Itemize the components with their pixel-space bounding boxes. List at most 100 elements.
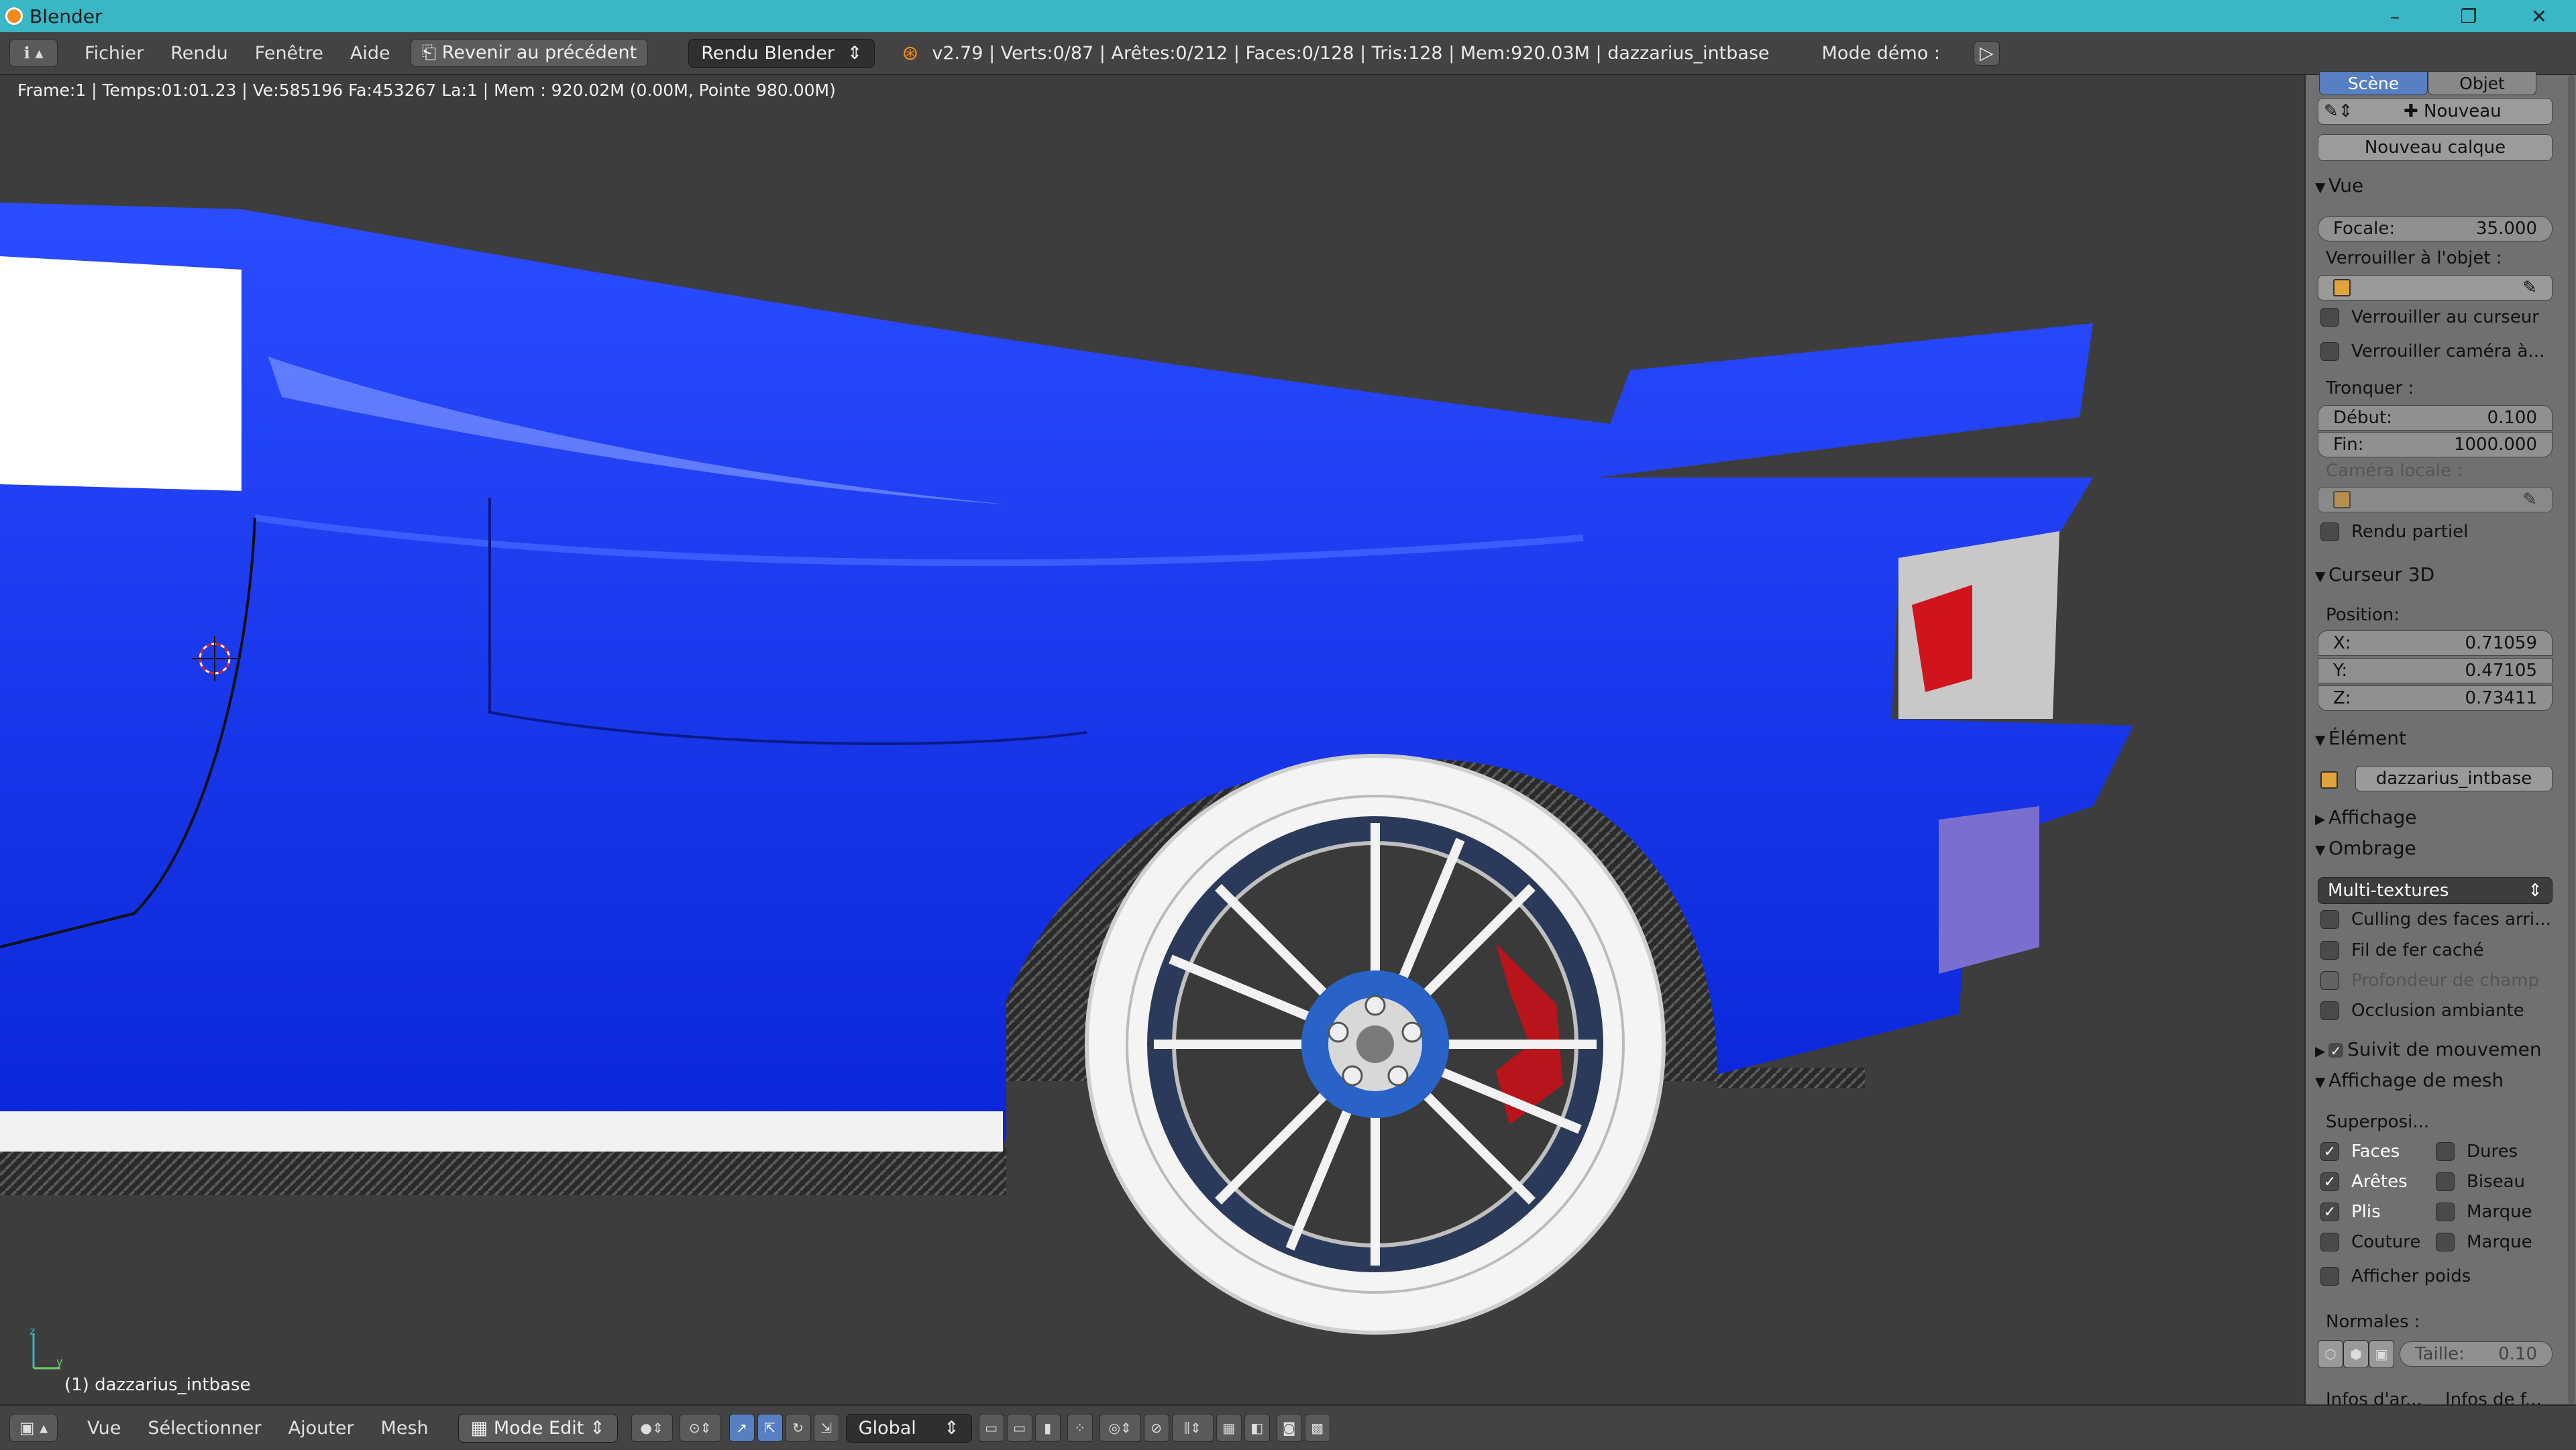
grease-pencil-new-row[interactable]: ✎⇕ ✚ Nouveau xyxy=(2318,98,2553,125)
lock-cursor-checkbox[interactable]: Verrouiller au curseur xyxy=(2320,307,2539,327)
menu-ajouter[interactable]: Ajouter xyxy=(288,1418,354,1439)
render-preview-icon[interactable]: ◧ xyxy=(1244,1414,1270,1442)
manipulator-toggle-icon[interactable]: ↗ xyxy=(729,1414,755,1442)
cursor-y-field[interactable]: Y: 0.47105 xyxy=(2318,658,2553,683)
checkbox-checked-icon: ✓ xyxy=(2320,1203,2339,1221)
item-name-field[interactable]: dazzarius_intbase xyxy=(2355,766,2553,791)
menu-aide[interactable]: Aide xyxy=(350,43,390,64)
3d-viewport[interactable]: Frame:1 | Temps:01:01.23 | Ve:585196 Fa:… xyxy=(0,75,2304,1404)
edit-mode-icon: ▦ xyxy=(470,1417,488,1439)
lock-camera-checkbox[interactable]: Verrouiller caméra à... xyxy=(2320,341,2544,361)
ambient-occlusion-checkbox[interactable]: Occlusion ambiante xyxy=(2320,1001,2524,1021)
creases-checkbox[interactable]: ✓ Plis xyxy=(2320,1202,2381,1222)
cursor-position-label: Position: xyxy=(2326,605,2400,625)
section-item[interactable]: ▼ Élément xyxy=(2315,727,2406,749)
close-button[interactable]: ✕ xyxy=(2506,0,2573,32)
seams-checkbox[interactable]: Couture xyxy=(2320,1232,2420,1252)
shading-mode-dropdown[interactable]: Multi-textures ⇕ xyxy=(2318,877,2553,904)
mark2-checkbox[interactable]: Marque xyxy=(2436,1232,2532,1252)
checkbox-checked-icon[interactable]: ✓ xyxy=(2328,1043,2343,1059)
mark2-label: Marque xyxy=(2467,1232,2532,1252)
orientation-dropdown[interactable]: Global ⇕ xyxy=(845,1413,972,1443)
cursor-x-field[interactable]: X: 0.71059 xyxy=(2318,630,2553,656)
menu-rendu[interactable]: Rendu xyxy=(170,43,228,64)
title-bar: Blender – ❐ ✕ xyxy=(0,0,2576,32)
layer-2-icon[interactable]: ▭ xyxy=(1006,1414,1032,1442)
occlude-geometry-icon[interactable]: ▦ xyxy=(1216,1414,1242,1442)
normal-size-value: 0.10 xyxy=(2498,1344,2537,1364)
lock-object-field[interactable]: ✎ xyxy=(2318,275,2553,300)
car-model-render[interactable] xyxy=(0,75,2304,1404)
hidden-wire-checkbox[interactable]: Fil de fer caché xyxy=(2320,940,2484,960)
mark1-checkbox[interactable]: Marque xyxy=(2436,1202,2532,1222)
active-object-label: (1) dazzarius_intbase xyxy=(64,1375,251,1395)
mode-dropdown[interactable]: ▦ Mode Edit ⇕ xyxy=(458,1413,618,1443)
section-3d-cursor[interactable]: ▼ Curseur 3D xyxy=(2315,563,2434,585)
new-button[interactable]: ✚ Nouveau xyxy=(2353,101,2552,121)
snap-icon[interactable]: ⊘ xyxy=(1143,1414,1169,1442)
weights-label: Afficher poids xyxy=(2351,1266,2471,1286)
section-display[interactable]: ▶ Affichage xyxy=(2315,806,2417,828)
menu-fenetre[interactable]: Fenêtre xyxy=(255,43,323,64)
backface-culling-checkbox[interactable]: Culling des faces arri... xyxy=(2320,909,2551,930)
chevron-updown-icon: ⇕ xyxy=(2528,881,2542,901)
pivot-point-button[interactable]: ⊙⇕ xyxy=(679,1414,721,1442)
tab-scene[interactable]: Scène xyxy=(2319,71,2428,95)
layer-icon[interactable]: ▭ xyxy=(978,1414,1004,1442)
cursor-x-value: 0.71059 xyxy=(2465,633,2537,653)
edges-checkbox[interactable]: ✓ Arêtes xyxy=(2320,1172,2408,1192)
expand-icon: ▼ xyxy=(2315,732,2326,748)
camera-render-icon[interactable]: ◙ xyxy=(1276,1414,1302,1442)
new-layer-button[interactable]: Nouveau calque xyxy=(2318,134,2553,161)
snap-element-button[interactable]: ⫼⇕ xyxy=(1171,1414,1214,1442)
clip-end-field[interactable]: Fin: 1000.000 xyxy=(2318,432,2553,457)
cursor-z-field[interactable]: Z: 0.73411 xyxy=(2318,685,2553,711)
editor-type-3dview-button[interactable]: ▣ ▴ xyxy=(9,1414,58,1442)
show-weights-checkbox[interactable]: Afficher poids xyxy=(2320,1266,2471,1286)
scale-manipulator-icon[interactable]: ⇲ xyxy=(813,1414,839,1442)
tab-object[interactable]: Objet xyxy=(2428,71,2536,95)
section-shading[interactable]: ▼ Ombrage xyxy=(2315,837,2416,859)
normals-size-field[interactable]: Taille: 0.10 xyxy=(2400,1341,2553,1367)
checkbox-box xyxy=(2320,1267,2339,1286)
demo-play-button[interactable]: ▷ xyxy=(1974,40,2000,66)
hidden-wire-label: Fil de fer caché xyxy=(2351,940,2484,960)
eyedropper-icon[interactable]: ✎ xyxy=(2522,278,2537,298)
panel-scrollbar[interactable] xyxy=(2568,75,2575,1404)
menu-selectionner[interactable]: Sélectionner xyxy=(148,1418,261,1439)
blender-logo-icon xyxy=(5,7,23,25)
minimize-button[interactable]: – xyxy=(2361,0,2428,32)
section-mesh-display[interactable]: ▼ Affichage de mesh xyxy=(2315,1069,2504,1091)
select-vertex-icon[interactable]: ⁘ xyxy=(1067,1414,1093,1442)
section-motion-tracking[interactable]: ▶ ✓ Suivit de mouvemen xyxy=(2315,1038,2542,1060)
expand-icon: ▼ xyxy=(2315,568,2326,584)
face-normal-icon[interactable]: ▣ xyxy=(2369,1340,2394,1368)
checkbox-checked-icon: ✓ xyxy=(2320,1142,2339,1161)
section-vue[interactable]: ▼ Vue xyxy=(2315,174,2363,197)
axes-gizmo: z y xyxy=(30,1328,62,1370)
menu-vue[interactable]: Vue xyxy=(87,1418,121,1439)
translate-manipulator-icon[interactable]: ⇱ xyxy=(757,1414,783,1442)
revert-button[interactable]: ⎗ Revenir au précédent xyxy=(410,39,649,67)
editor-type-button[interactable]: ℹ ▴ xyxy=(9,39,58,67)
shading-mode-label: Multi-textures xyxy=(2328,881,2449,901)
lock-camera-label: Verrouiller caméra à... xyxy=(2351,341,2545,361)
proportional-edit-button[interactable]: ◎⇕ xyxy=(1099,1414,1141,1442)
animation-render-icon[interactable]: ▩ xyxy=(1304,1414,1330,1442)
faces-checkbox[interactable]: ✓ Faces xyxy=(2320,1141,2400,1162)
partial-render-checkbox[interactable]: Rendu partiel xyxy=(2320,522,2468,542)
menu-fichier[interactable]: Fichier xyxy=(85,43,144,64)
layer-3-icon[interactable]: ▮ xyxy=(1034,1414,1061,1442)
split-normal-icon[interactable]: ⬢ xyxy=(2343,1340,2369,1368)
focal-length-field[interactable]: Focale: 35.000 xyxy=(2318,216,2553,241)
clip-start-field[interactable]: Début: 0.100 xyxy=(2318,405,2553,431)
sharp-checkbox[interactable]: Dures xyxy=(2436,1141,2518,1162)
render-engine-dropdown[interactable]: Rendu Blender ⇕ xyxy=(688,38,875,68)
checkbox-box xyxy=(2436,1172,2455,1191)
rotate-manipulator-icon[interactable]: ↻ xyxy=(785,1414,811,1442)
maximize-button[interactable]: ❐ xyxy=(2435,0,2502,32)
viewport-shading-button[interactable]: ●⇕ xyxy=(631,1414,673,1442)
vertex-normal-icon[interactable]: ⬡ xyxy=(2318,1340,2343,1368)
menu-mesh[interactable]: Mesh xyxy=(381,1418,429,1439)
bevel-checkbox[interactable]: Biseau xyxy=(2436,1172,2525,1192)
